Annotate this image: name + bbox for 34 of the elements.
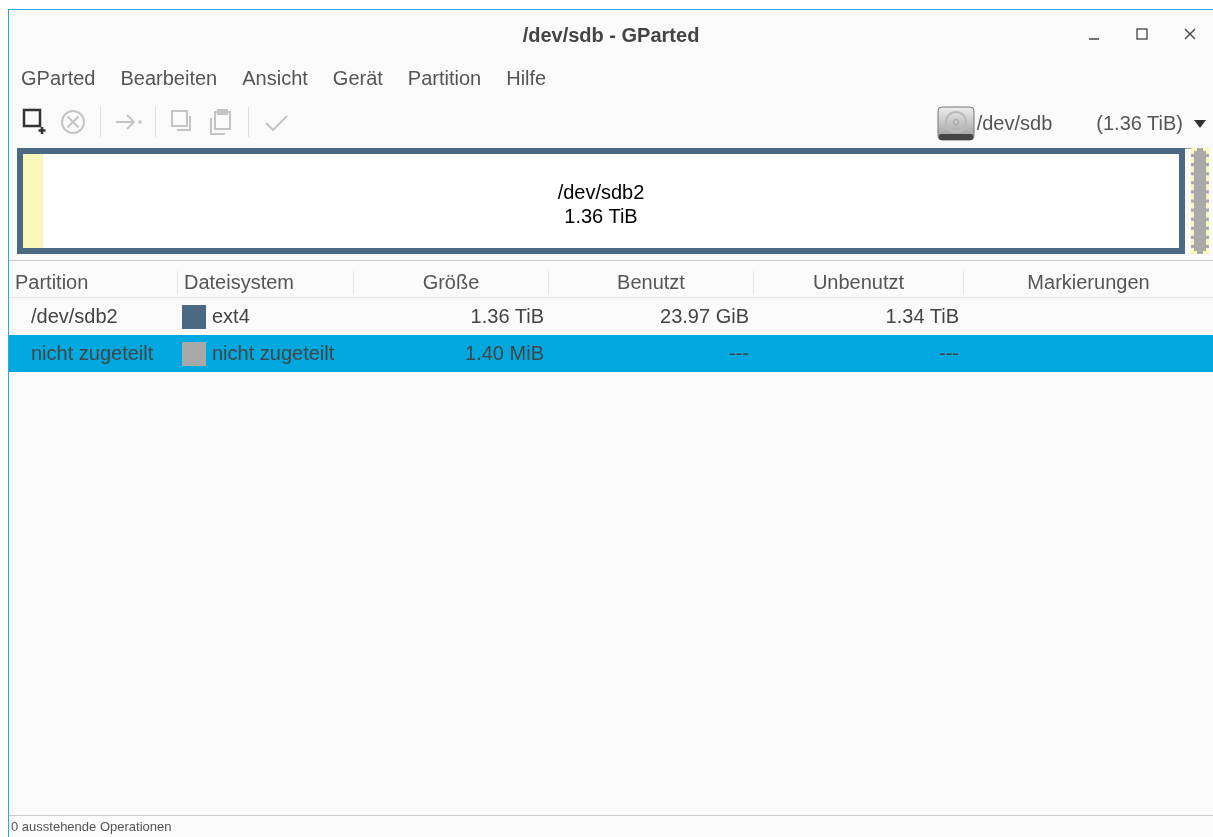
column-header[interactable]: Markierungen <box>964 270 1213 294</box>
dropdown-arrow-icon[interactable] <box>1193 118 1207 129</box>
menu-item[interactable]: GParted <box>21 66 96 90</box>
table-cell-text: 23.97 GiB <box>659 305 750 328</box>
menu-item[interactable]: Ansicht <box>242 66 308 90</box>
column-header[interactable]: Größe <box>354 270 549 294</box>
table-cell: ext4 <box>212 305 250 328</box>
menu-item[interactable]: Partition <box>407 66 482 90</box>
menu-item[interactable]: Gerät <box>332 66 383 90</box>
partition-size: 1.36 TiB <box>564 204 638 228</box>
table-row[interactable]: nicht zugeteilt nicht zugeteilt 1.40 MiB --- --- <box>9 335 1213 372</box>
column-header[interactable]: Unbenutzt <box>754 270 964 294</box>
close-icon[interactable] <box>1183 27 1197 41</box>
table-cell-text: nicht zugeteilt <box>30 342 155 365</box>
table-cell-text: --- <box>938 342 960 365</box>
column-header[interactable]: Partition <box>9 270 178 294</box>
status-bar: 0 ausstehende Operationen <box>9 815 1213 837</box>
column-header[interactable]: Benutzt <box>549 270 754 294</box>
table-cell-text: --- <box>728 342 750 365</box>
table-cell-text: 1.40 MiB <box>464 342 545 365</box>
column-header[interactable]: Dateisystem <box>178 270 354 294</box>
table-cell: nicht zugeteilt <box>212 342 335 365</box>
table-cell-text: 1.36 TiB <box>469 305 545 328</box>
table-row[interactable]: /dev/sdb2 ext4 1.36 TiB 23.97 GiB 1.34 TiB <box>9 298 1213 335</box>
partition-block[interactable]: /dev/sdb2 1.36 TiB <box>17 148 1185 254</box>
menu-item[interactable]: Bearbeiten <box>120 66 218 90</box>
table-cell-text: /dev/sdb2 <box>30 305 119 328</box>
window-title: /dev/sdb - GParted <box>522 23 700 47</box>
maximize-icon[interactable] <box>1135 27 1149 41</box>
new-partition-icon[interactable] <box>21 107 49 137</box>
unallocated-block[interactable] <box>1191 148 1209 254</box>
table-cell-text: 1.34 TiB <box>884 305 960 328</box>
partition-name: /dev/sdb2 <box>557 180 645 204</box>
menu-item[interactable]: Hilfe <box>506 66 547 90</box>
